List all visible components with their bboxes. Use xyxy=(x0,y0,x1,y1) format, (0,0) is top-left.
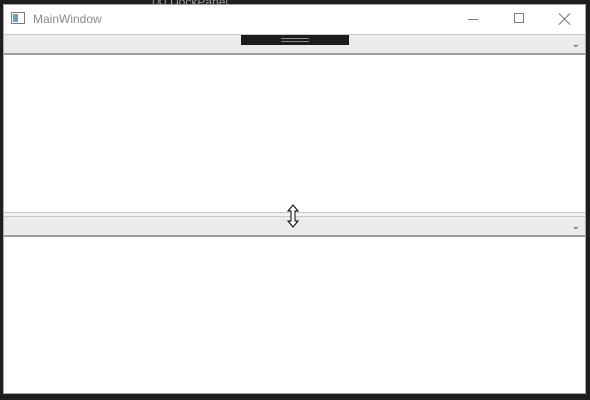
desktop-background: [X] DockPanel MainWindow ⌄ xyxy=(0,0,590,400)
close-button[interactable] xyxy=(542,5,588,34)
chevron-down-icon[interactable]: ⌄ xyxy=(572,39,580,50)
top-panel-content xyxy=(4,55,585,212)
maximize-button[interactable] xyxy=(496,5,542,34)
chevron-down-icon[interactable]: ⌄ xyxy=(572,221,580,232)
maximize-icon xyxy=(514,13,524,23)
bottom-panel-content xyxy=(4,237,585,393)
top-panel-header[interactable]: ⌄ xyxy=(4,34,585,55)
drag-handle[interactable] xyxy=(241,35,349,45)
minimize-button[interactable] xyxy=(450,5,496,34)
resize-vertical-cursor-icon xyxy=(287,204,299,228)
window-title: MainWindow xyxy=(33,12,102,26)
minimize-icon xyxy=(468,19,478,20)
title-bar[interactable]: MainWindow xyxy=(4,5,585,34)
main-window: MainWindow ⌄ ⌄ xyxy=(3,4,586,394)
app-icon xyxy=(11,12,25,24)
close-icon xyxy=(558,12,572,26)
